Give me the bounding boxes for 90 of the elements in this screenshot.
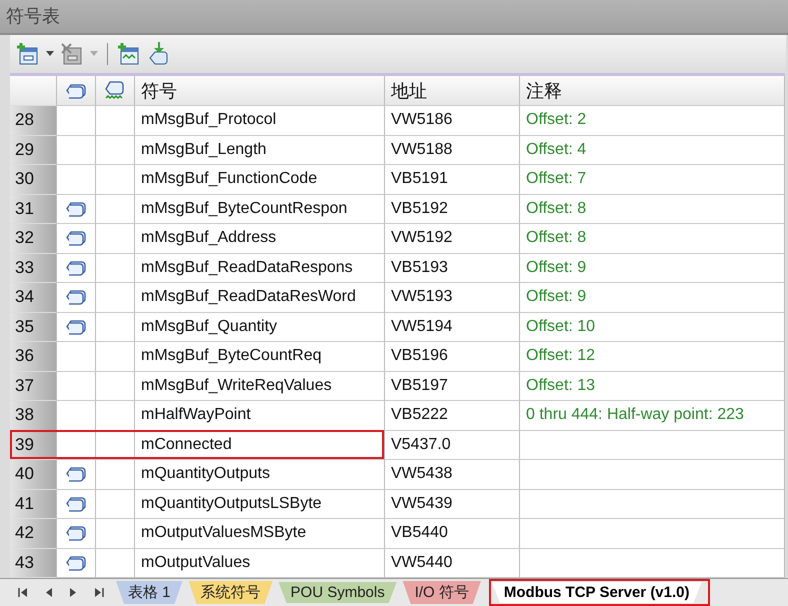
comment-cell: Offset: 8 xyxy=(520,194,785,224)
add-symbol-icon[interactable] xyxy=(16,42,40,66)
sheet-tab[interactable]: I/O 符号 xyxy=(402,581,481,604)
symbol-cell: mMsgBuf_Quantity xyxy=(135,312,385,342)
comment-cell: Offset: 13 xyxy=(520,372,785,401)
dropdown-caret-icon[interactable] xyxy=(46,50,54,57)
symbol-cell: mMsgBuf_ReadDataRespons xyxy=(135,254,385,283)
address-cell: VB5196 xyxy=(385,342,520,372)
symbol-cell: mConnected xyxy=(135,430,385,460)
comment-cell: Offset: 9 xyxy=(520,254,785,283)
row-number: 38 xyxy=(10,401,57,430)
comment-cell: Offset: 7 xyxy=(520,165,785,194)
table-cell xyxy=(96,136,135,165)
row-number: 43 xyxy=(10,548,57,578)
comment-cell: Offset: 10 xyxy=(520,312,785,342)
sheet-tab[interactable]: Modbus TCP Server (v1.0) xyxy=(492,582,702,603)
tag-icon xyxy=(65,524,87,542)
address-cell: VB5191 xyxy=(385,165,520,194)
column-header[interactable]: 符号 xyxy=(135,76,385,106)
symbol-cell: mHalfWayPoint xyxy=(135,401,385,430)
row-number: 33 xyxy=(10,254,57,283)
symbol-tag-icon xyxy=(65,82,87,100)
row-number: 42 xyxy=(10,519,57,548)
address-cell: VW5186 xyxy=(385,106,520,136)
row-number: 41 xyxy=(10,490,57,519)
comment-cell: Offset: 12 xyxy=(520,342,785,372)
comment-cell: Offset: 4 xyxy=(520,136,785,165)
symbol-cell: mMsgBuf_ReadDataResWord xyxy=(135,283,385,312)
tag-icon xyxy=(65,200,87,218)
row-number: 36 xyxy=(10,342,57,372)
tag-icon xyxy=(65,288,87,306)
address-cell: VB5440 xyxy=(385,519,520,548)
delete-symbol-icon[interactable] xyxy=(60,42,84,66)
address-cell: VW5438 xyxy=(385,460,520,490)
symbol-cell: mQuantityOutputsLSByte xyxy=(135,490,385,519)
row-number: 31 xyxy=(10,194,57,224)
symbol-cell: mMsgBuf_FunctionCode xyxy=(135,165,385,194)
symbol-cell: mMsgBuf_Address xyxy=(135,224,385,254)
table-cell xyxy=(96,430,135,460)
address-cell: V5437.0 xyxy=(385,430,520,460)
table-cell xyxy=(96,165,135,194)
symbol-cell: mMsgBuf_Protocol xyxy=(135,106,385,136)
row-number: 35 xyxy=(10,312,57,342)
address-cell: VB5192 xyxy=(385,194,520,224)
next-sheet-icon[interactable] xyxy=(70,588,77,597)
previous-sheet-icon[interactable] xyxy=(45,588,52,597)
address-cell: VB5222 xyxy=(385,401,520,430)
tag-icon xyxy=(65,318,87,336)
symbol-cell: mMsgBuf_ByteCountRespon xyxy=(135,194,385,224)
first-sheet-icon[interactable] xyxy=(18,588,27,597)
tag-icon xyxy=(65,465,87,484)
row-number: 30 xyxy=(10,165,57,194)
table-cell xyxy=(96,372,135,401)
symbol-cell: mMsgBuf_Length xyxy=(135,136,385,165)
add-table-icon[interactable] xyxy=(117,42,141,66)
column-header[interactable]: 地址 xyxy=(385,76,520,106)
tag-icon xyxy=(65,554,87,572)
last-sheet-icon[interactable] xyxy=(95,588,104,597)
row-number: 40 xyxy=(10,460,57,490)
address-cell: VB5197 xyxy=(385,372,520,401)
comment-cell: 0 thru 444: Half-way point: 223 xyxy=(520,401,785,430)
symbol-cell: mMsgBuf_ByteCountReq xyxy=(135,342,385,372)
import-symbol-icon[interactable] xyxy=(147,42,169,66)
row-number: 32 xyxy=(10,224,57,254)
comment-cell: Offset: 9 xyxy=(520,283,785,312)
column-header[interactable]: 注释 xyxy=(520,76,785,106)
panel-title: 符号表 xyxy=(6,5,60,28)
row-number: 29 xyxy=(10,136,57,165)
comment-cell: Offset: 8 xyxy=(520,224,785,254)
tag-squiggle-icon xyxy=(105,80,125,102)
address-cell: VW5439 xyxy=(385,490,520,519)
symbol-cell: mOutputValuesMSByte xyxy=(135,519,385,548)
row-number: 34 xyxy=(10,283,57,312)
row-number: 37 xyxy=(10,372,57,401)
sheet-tab[interactable]: POU Symbols xyxy=(278,582,397,603)
symbol-cell: mMsgBuf_WriteReqValues xyxy=(135,372,385,401)
address-cell: VW5188 xyxy=(385,136,520,165)
comment-cell: Offset: 2 xyxy=(520,106,785,136)
address-cell: VW5193 xyxy=(385,283,520,312)
row-number: 28 xyxy=(10,106,57,136)
tag-icon xyxy=(65,258,87,277)
sheet-tab[interactable]: 系统符号 xyxy=(188,581,273,604)
tag-icon xyxy=(65,229,87,248)
address-cell: VW5194 xyxy=(385,312,520,342)
address-cell: VW5192 xyxy=(385,224,520,254)
tag-icon xyxy=(65,494,87,513)
table-cell xyxy=(96,342,135,372)
symbol-cell: mQuantityOutputs xyxy=(135,460,385,490)
sheet-tab[interactable]: 表格 1 xyxy=(116,581,183,604)
address-cell: VB5193 xyxy=(385,254,520,283)
